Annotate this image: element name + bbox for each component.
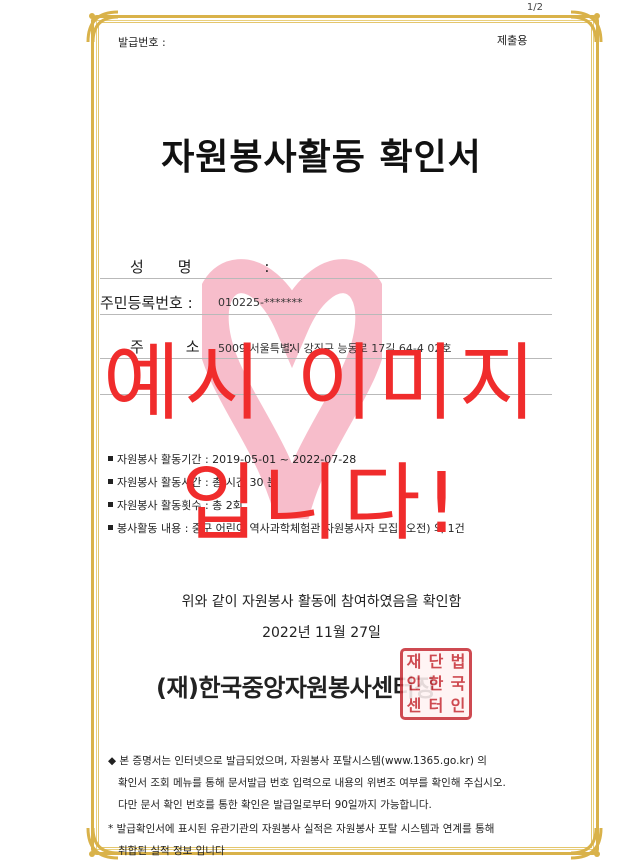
- note-line: ◆ 본 증명서는 인터넷으로 발급되었으며, 자원봉사 포탈시스템(www.13…: [108, 755, 487, 767]
- activity-period: 자원봉사 활동기간 : 2019-05-01 ~ 2022-07-28: [108, 451, 356, 467]
- address-value: 5009 서울특별시 강진구 능동로 17길 64-4 02호: [218, 342, 452, 355]
- resident-id-label: 주민등록번호 :: [100, 294, 193, 312]
- bullet-square-icon: [108, 479, 113, 484]
- note-line: 다만 문서 확인 번호를 통한 확인은 발급일로부터 90일까지 가능합니다.: [118, 799, 432, 811]
- issue-number-label: 발급번호 :: [118, 36, 166, 49]
- purpose-label: 제출용: [497, 34, 528, 47]
- bullet-square-icon: [108, 456, 113, 461]
- name-row: 성명 :: [100, 248, 552, 279]
- name-label: 성명 :: [130, 258, 304, 276]
- resident-id-row: 주민등록번호 : 010225-*******: [100, 284, 552, 315]
- bullet-square-icon: [108, 502, 113, 507]
- bullet-square-icon: [108, 525, 113, 530]
- activity-content: 봉사활동 내용 : 중구 어린이 역사과학체험관 자원봉사자 모집 (오전) 외…: [108, 520, 465, 536]
- activity-hours: 자원봉사 활동시간 : 총 시간 30 분: [108, 474, 277, 490]
- activity-count: 자원봉사 활동횟수 : 총 2회: [108, 497, 243, 513]
- issue-date: 2022년 11월 27일: [262, 625, 381, 641]
- frame-corner-ornament: [567, 8, 605, 46]
- frame-corner-ornament: [84, 8, 122, 46]
- note-line: 확인서 조회 메뉴를 통해 문서발급 번호 입력으로 내용의 위변조 여부를 확…: [118, 777, 506, 789]
- note-line: * 발급확인서에 표시된 유관기관의 자원봉사 실적은 자원봉사 포탈 시스템과…: [108, 823, 495, 835]
- official-seal: 재단법 인한국 센터인: [400, 648, 472, 720]
- address-row: 주소 : 5009 서울특별시 강진구 능동로 17길 64-4 02호: [100, 328, 552, 359]
- notes-section: ◆ 본 증명서는 인터넷으로 발급되었으며, 자원봉사 포탈시스템(www.13…: [108, 750, 548, 862]
- frame-corner-ornament: [567, 824, 605, 862]
- note-line: 취합된 실적 정보 입니다: [118, 845, 225, 857]
- document-title: 자원봉사활동 확인서: [161, 137, 482, 178]
- page-indicator: 1/2: [526, 2, 543, 13]
- address-continuation-row: [100, 364, 552, 395]
- confirmation-statement: 위와 같이 자원봉사 활동에 참여하였음을 확인함: [181, 594, 462, 610]
- issuer-name: (재)한국중앙자원봉사센터장: [156, 674, 436, 702]
- resident-id-value: 010225-*******: [218, 296, 303, 309]
